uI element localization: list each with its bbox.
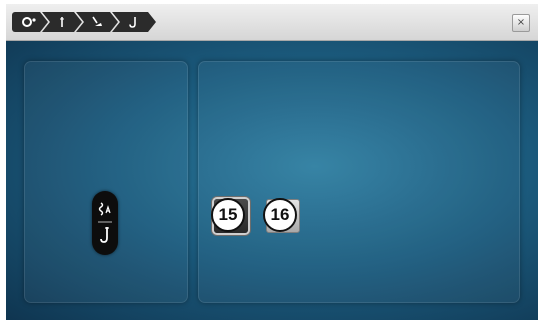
breadcrumb-thread-hook[interactable] (112, 12, 156, 32)
close-button[interactable]: × (512, 14, 530, 32)
option-number-badge: 16 (263, 198, 297, 232)
presser-foot-icon (89, 15, 105, 29)
breadcrumb-presser-foot[interactable] (76, 12, 118, 32)
top-bar: × (6, 4, 538, 41)
status-indicator (92, 191, 118, 255)
thread-tension-icon (98, 202, 111, 216)
stitch-settings-icon (20, 15, 40, 29)
option-number-badge: 15 (211, 198, 245, 232)
breadcrumb-needle[interactable] (42, 12, 82, 32)
close-icon: × (516, 17, 526, 28)
breadcrumb-settings[interactable] (12, 12, 48, 32)
thread-hook-icon (127, 15, 141, 29)
options-panel (198, 61, 520, 303)
needle-icon (55, 15, 69, 29)
status-panel (24, 61, 188, 303)
main-area (6, 41, 538, 320)
thread-hook-icon (100, 227, 109, 243)
